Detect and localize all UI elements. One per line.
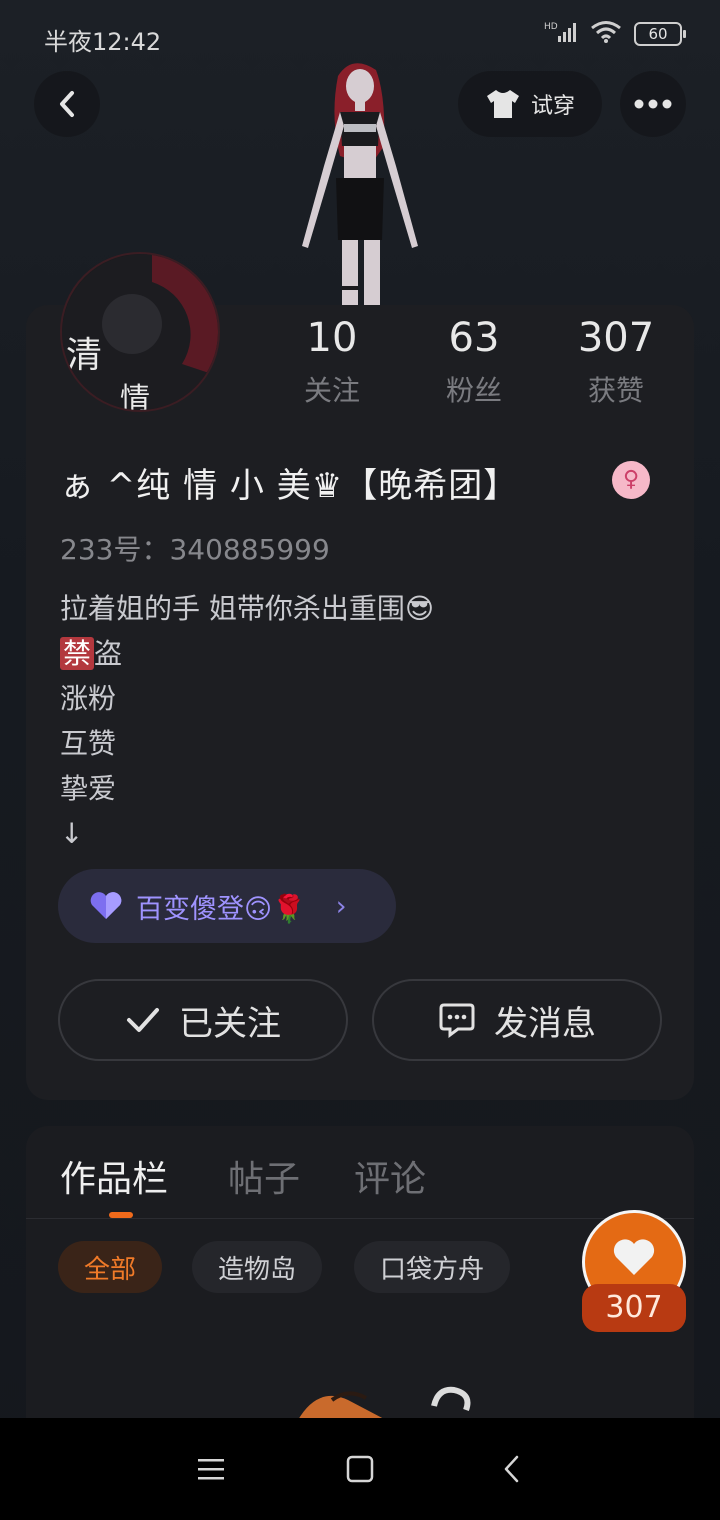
group-chip[interactable]: 百变傻登🙃🌹 › <box>58 869 396 943</box>
avatar-character-model[interactable] <box>280 56 430 308</box>
stat-following[interactable]: 10 关注 <box>272 315 392 409</box>
group-chip-label: 百变傻登🙃🌹 <box>136 893 306 925</box>
heart-icon <box>90 892 122 919</box>
tab-works[interactable]: 作品栏 <box>60 1150 168 1202</box>
like-count: 307 <box>582 1284 686 1332</box>
ban-badge: 禁 <box>60 637 95 670</box>
chat-bubble-icon <box>439 1003 475 1038</box>
menu-icon[interactable] <box>196 1456 226 1486</box>
followed-label: 已关注 <box>179 1003 281 1044</box>
status-icons: HD 60 <box>544 20 686 48</box>
followed-button[interactable]: 已关注 <box>58 979 348 1061</box>
back-triangle-icon[interactable] <box>500 1454 524 1488</box>
more-button[interactable] <box>620 71 686 137</box>
stat-label: 获赞 <box>587 374 644 407</box>
stat-label: 关注 <box>303 374 360 407</box>
username: ぁ ^纯 情 小 美♛【晚希团】 <box>60 466 519 506</box>
bio-line: 拉着姐的手 姐带你杀出重围😎 <box>60 592 435 625</box>
status-time: 半夜12:42 <box>44 28 162 56</box>
chevron-left-icon <box>60 91 74 117</box>
check-icon <box>127 1008 159 1032</box>
user-id[interactable]: 233号：340885999 <box>60 528 330 568</box>
bio-line: ↓ <box>60 817 84 850</box>
avatar-overlay-text: 情 <box>120 382 150 412</box>
avatar-overlay-text: 清 <box>66 335 103 376</box>
filter-pocket-ark[interactable]: 口袋方舟 <box>354 1241 511 1293</box>
heart-icon <box>613 1239 655 1275</box>
message-label: 发消息 <box>494 1003 596 1044</box>
stat-value: 307 <box>577 315 655 361</box>
stat-value: 63 <box>448 315 500 361</box>
filter-all[interactable]: 全部 <box>58 1241 163 1293</box>
bio-line: 互赞 <box>60 727 117 760</box>
avatar[interactable]: 清 情 <box>60 252 220 412</box>
stat-label: 粉丝 <box>445 374 502 407</box>
bio: 拉着姐的手 姐带你杀出重围😎 禁盗 涨粉 互赞 挚爱 ↓ <box>60 586 434 856</box>
signal-icon: HD <box>544 20 578 48</box>
female-gender-icon: ♀ <box>612 461 650 499</box>
tab-divider <box>26 1218 694 1219</box>
bio-line: 挚爱 <box>60 772 117 805</box>
tab-comments[interactable]: 评论 <box>354 1150 426 1202</box>
try-on-label: 试穿 <box>530 94 575 119</box>
stat-followers[interactable]: 63 粉丝 <box>414 315 534 409</box>
tshirt-icon <box>486 90 519 118</box>
chevron-right-icon: › <box>335 890 347 922</box>
more-dots-icon <box>634 99 672 109</box>
system-nav-bar <box>0 1418 720 1520</box>
bio-line: 禁盗 <box>60 631 434 676</box>
battery-indicator: 60 <box>634 22 686 46</box>
tab-active-indicator <box>109 1212 133 1218</box>
bio-line: 涨粉 <box>60 682 117 715</box>
back-button[interactable] <box>34 71 100 137</box>
filter-creation-island[interactable]: 造物岛 <box>192 1241 323 1293</box>
home-square-icon[interactable] <box>345 1455 375 1487</box>
tab-posts[interactable]: 帖子 <box>228 1150 300 1202</box>
svg-text:HD: HD <box>544 22 558 32</box>
message-button[interactable]: 发消息 <box>372 979 662 1061</box>
stat-value: 10 <box>306 315 358 361</box>
stat-likes[interactable]: 307 获赞 <box>556 315 676 409</box>
try-on-button[interactable]: 试穿 <box>458 71 602 137</box>
wifi-icon <box>590 20 622 48</box>
